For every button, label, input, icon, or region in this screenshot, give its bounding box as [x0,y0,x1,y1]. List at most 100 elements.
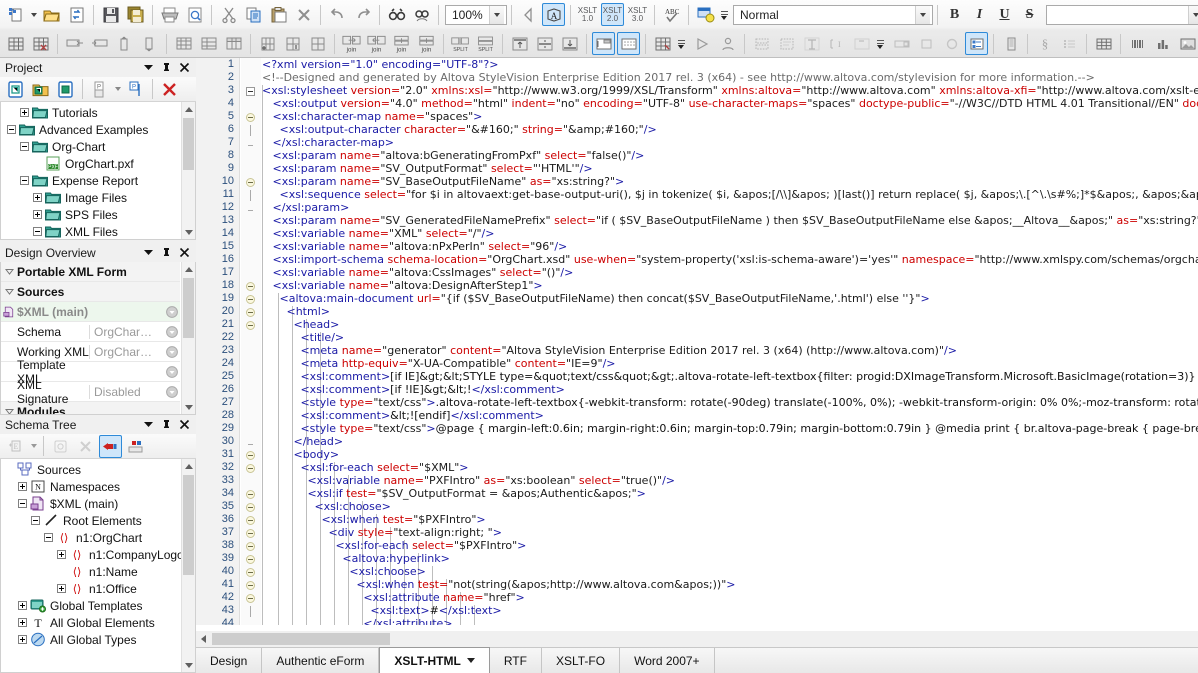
code-line[interactable]: 6 <xsl:output-character character="&#160… [196,123,1198,136]
remove-schema-source-button[interactable] [74,435,97,458]
code-line[interactable]: 25 <xsl:comment>[if IE]&gt;&lt;STYLE typ… [196,370,1198,383]
fold-toggle[interactable] [246,177,255,187]
view-tabs[interactable]: Design Authentic eForm XSLT-HTML RTF XSLT-FO… [196,647,1198,673]
copy-button[interactable] [242,3,265,26]
tree-collapse-toggle[interactable] [20,176,29,185]
code-line[interactable]: 32 <xsl:for-each select="$XML"> [196,461,1198,474]
fold-toggle[interactable] [246,502,255,512]
design-overview-pin-icon[interactable] [161,247,172,259]
insert-combobox-button[interactable] [890,32,913,55]
view-tab-xslt-fo[interactable]: XSLT-FO [542,648,621,673]
property-dropdown[interactable] [163,345,180,358]
project-new-button[interactable] [4,78,27,101]
schema-source-options-button[interactable] [49,435,72,458]
fold-toggle[interactable] [246,86,255,96]
code-line[interactable]: 2 <!--Designed and generated by Altova St… [196,71,1198,84]
code-line[interactable]: 7 </xsl:character-map> [196,136,1198,149]
insert-form-button[interactable]: I [825,32,848,55]
schema-tree-filter-button[interactable] [99,434,122,458]
print-button[interactable] [158,3,181,26]
markup-small-button[interactable] [592,32,615,55]
section-collapse-icon[interactable] [1,287,17,296]
code-line[interactable]: 43 <xsl:text>#</xsl:text> [196,604,1198,617]
schema-tree[interactable]: Sources N Namespaces $XML (main) Root Elemen… [1,459,195,648]
undo-button[interactable] [326,3,349,26]
append-row-button[interactable] [172,32,195,55]
tree-item[interactable]: All Global Types [3,631,179,648]
project-scroll-down-icon[interactable] [182,225,195,239]
insert-section-button[interactable]: § [1033,32,1056,55]
section-collapse-icon[interactable] [1,267,17,276]
fold-toggle[interactable] [246,541,255,551]
code-line[interactable]: 9 <xsl:param name="SV_OutputFormat" sele… [196,162,1198,175]
tree-collapse-toggle[interactable] [18,499,27,508]
code-line[interactable]: 13 <xsl:param name="SV_GeneratedFileName… [196,214,1198,227]
underline-button[interactable]: U [993,3,1016,26]
insert-barcode-button[interactable] [1126,32,1149,55]
project-scroll-up-icon[interactable] [182,102,195,116]
tree-item[interactable]: ⟨⟩ n1:CompanyLogo [3,546,184,563]
tree-item[interactable]: Image Files [3,189,179,206]
insert-table-button[interactable] [4,32,27,55]
spell-check-button[interactable]: ABC [660,3,683,26]
code-line[interactable]: 3 <xsl:stylesheet version="2.0" xmlns:xsl… [196,84,1198,97]
tree-expand-toggle[interactable] [18,618,27,627]
tree-expand-toggle[interactable] [18,601,27,610]
fold-toggle[interactable] [246,450,255,460]
code-line[interactable]: 33 <xsl:variable name="PXFIntro" as="xs:… [196,474,1198,487]
bold-button[interactable]: B [943,3,966,26]
insert-input-button[interactable] [850,32,873,55]
insert-heading-button[interactable] [775,32,798,55]
insert-image-button[interactable] [1176,32,1198,55]
project-panel-menu-icon[interactable] [143,62,154,74]
tree-item[interactable]: XML Files [3,223,179,239]
tree-item[interactable]: Global Templates [3,597,179,614]
valign-bottom-button[interactable] [558,32,581,55]
code-line[interactable]: 24 <meta http-equiv="X-UA-Compatible" co… [196,357,1198,370]
insert-row-above-button[interactable] [63,32,86,55]
insert-table2-button[interactable] [1092,32,1115,55]
project-save-button[interactable] [54,78,77,101]
markup-hidden-button[interactable] [617,32,640,55]
tree-item[interactable]: PXF OrgChart.pxf [3,155,179,172]
code-line[interactable]: 31 <body> [196,448,1198,461]
fold-toggle[interactable] [246,320,255,330]
schema-tree-scroll-up-icon[interactable] [182,459,195,473]
save-button[interactable] [99,3,122,26]
code-line[interactable]: 4 <xsl:output version="4.0" method="html… [196,97,1198,110]
design-overview-menu-icon[interactable] [143,247,154,259]
tree-expand-toggle[interactable] [33,210,42,219]
code-line[interactable]: 8 <xsl:param name="altova:bGeneratingFro… [196,149,1198,162]
authentic-preview-button[interactable]: A [542,3,565,26]
font-family-combo[interactable] [1046,4,1198,25]
code-line[interactable]: 39 <altova:hyperlink> [196,552,1198,565]
xslt-1.0-button[interactable]: XSLT 1.0 [576,3,599,26]
code-line[interactable]: 23 <meta name="generator" content="Altov… [196,344,1198,357]
code-line[interactable]: 10 <xsl:param name="SV_BaseOutputFileNam… [196,175,1198,188]
project-delete-button[interactable] [158,78,181,101]
view-tab-rtf[interactable]: RTF [490,648,542,673]
insert-cell-button[interactable] [281,32,304,55]
add-schema-source-dropdown[interactable] [28,435,39,458]
tree-expand-toggle[interactable] [33,193,42,202]
valign-middle-button[interactable] [533,32,556,55]
property-dropdown[interactable] [163,385,180,398]
code-line[interactable]: 26 <xsl:comment>[if !IE]&gt;&lt;!</xsl:c… [196,383,1198,396]
design-overview-close-icon[interactable] [179,247,190,259]
property-dropdown[interactable] [163,325,180,338]
insert-column-right-button[interactable] [138,32,161,55]
reload-button[interactable] [65,3,88,26]
code-line[interactable]: 11 <xsl:sequence select="for $i in altov… [196,188,1198,201]
schema-tree-close-icon[interactable] [179,419,190,431]
code-line[interactable]: 36 <xsl:when test="$PXFIntro"> [196,513,1198,526]
fold-toggle[interactable] [246,593,255,603]
tree-item[interactable]: Advanced Examples [3,121,179,138]
insert-xml-content-button[interactable] [965,32,988,55]
delete-button[interactable] [292,3,315,26]
tree-item[interactable]: ⟨⟩ n1:Name [3,563,179,580]
prev-marker-button[interactable] [517,3,540,26]
join-down-button[interactable]: join [415,32,438,55]
tree-collapse-toggle[interactable] [44,533,53,542]
tree-item[interactable]: ⟨⟩ n1:Office [3,580,179,597]
tree-item[interactable]: ⟨⟩ n1:OrgChart [3,529,179,546]
